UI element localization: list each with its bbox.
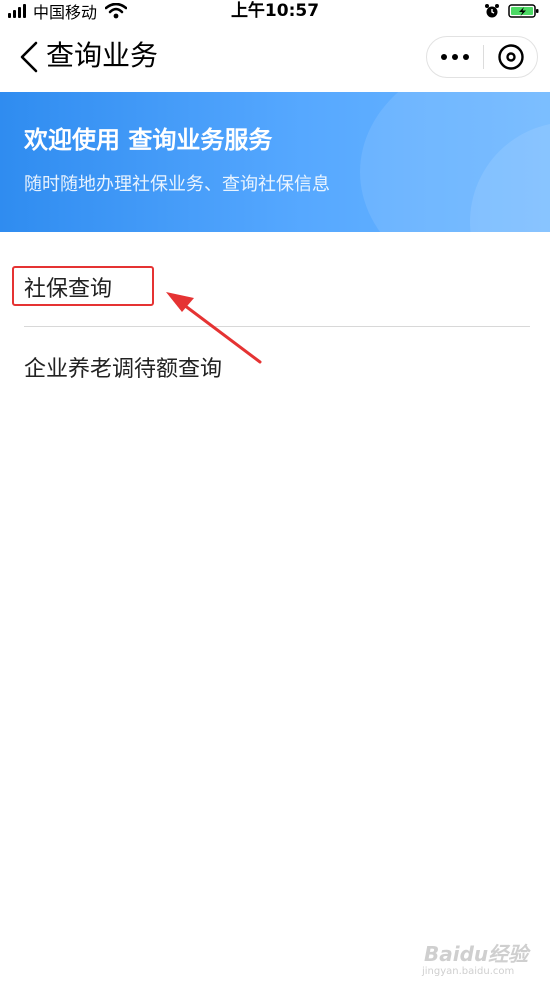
back-chevron-icon	[20, 41, 38, 73]
welcome-banner: 欢迎使用 查询业务服务 随时随地办理社保业务、查询社保信息	[0, 92, 550, 232]
more-dots-icon	[441, 54, 469, 60]
alarm-icon	[485, 4, 499, 18]
mini-program-capsule	[426, 36, 538, 78]
battery-icon	[508, 4, 539, 18]
status-bar: 中国移动 上午10:57	[0, 0, 550, 22]
close-button[interactable]	[484, 37, 538, 77]
watermark-logo: Baidu经验	[424, 942, 529, 966]
status-right	[484, 0, 540, 22]
watermark: Baidu经验 jingyan.baidu.com	[418, 930, 538, 980]
banner-subtitle: 随时随地办理社保业务、查询社保信息	[24, 174, 330, 195]
status-time: 上午10:57	[230, 1, 320, 21]
nav-bar: 查询业务	[0, 22, 550, 92]
banner-title: 欢迎使用 查询业务服务	[24, 126, 273, 154]
more-button[interactable]	[427, 37, 483, 77]
watermark-url: jingyan.baidu.com	[422, 966, 515, 977]
back-button[interactable]	[16, 40, 42, 74]
list-divider	[24, 326, 530, 327]
page-title: 查询业务	[46, 39, 159, 72]
close-circle-icon	[498, 44, 524, 70]
menu-item-enterprise-pension-query[interactable]: 企业养老调待额查询	[24, 350, 528, 390]
highlight-box	[12, 266, 154, 306]
